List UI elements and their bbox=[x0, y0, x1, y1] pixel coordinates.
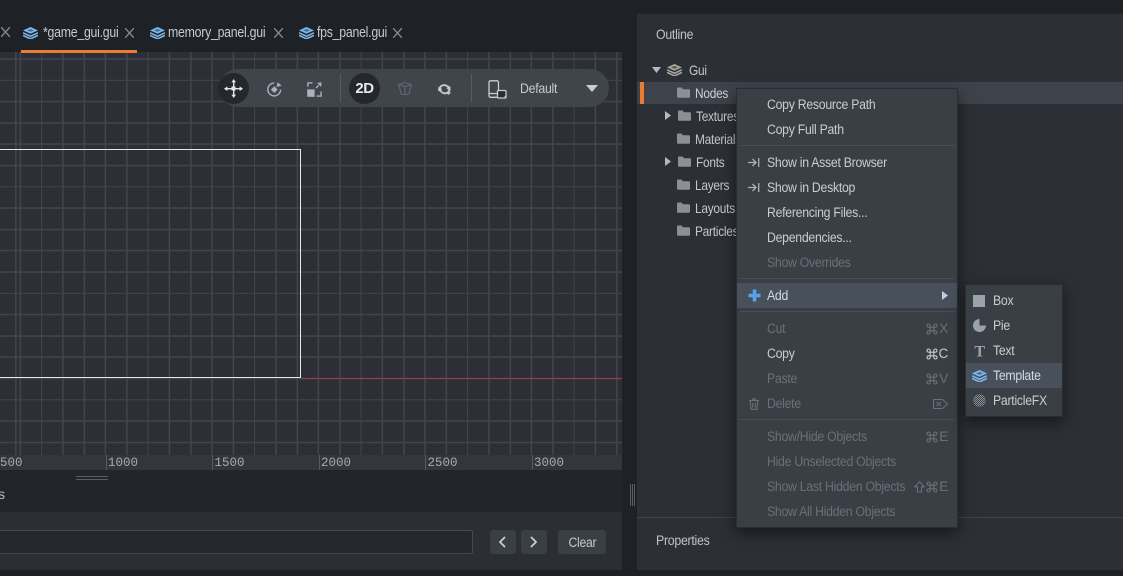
svg-text:T: T bbox=[974, 345, 985, 357]
